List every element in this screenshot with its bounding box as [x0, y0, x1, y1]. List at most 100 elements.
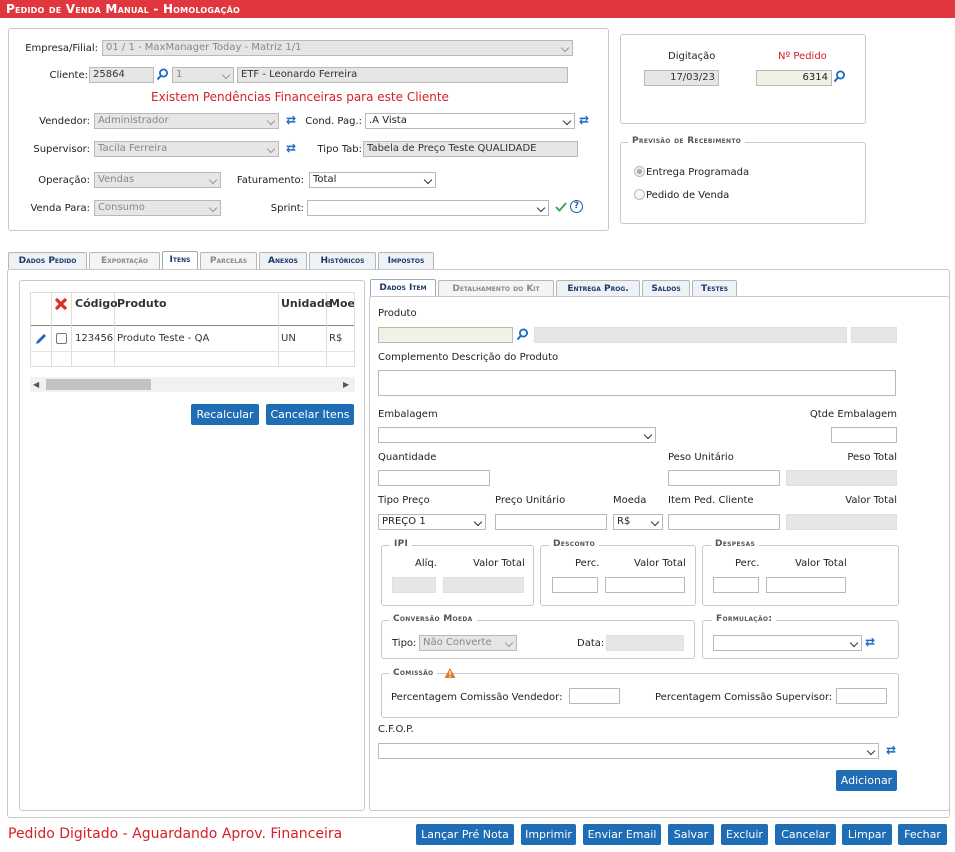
peso-total-field: [786, 470, 897, 486]
conversao-data-label: Data:: [577, 638, 605, 649]
refresh-vendedor-icon[interactable]: ⇄: [285, 114, 297, 126]
tipo-preco-label: Tipo Preço: [378, 495, 430, 506]
despesas-valor-input[interactable]: [766, 577, 846, 593]
entrega-radio[interactable]: [634, 166, 645, 177]
tab-historicos[interactable]: Históricos: [309, 252, 376, 269]
peso-unitario-input[interactable]: [668, 470, 780, 486]
row-produto: Produto Teste - QA: [117, 333, 210, 344]
comissao-vendedor-input[interactable]: [569, 688, 620, 704]
venda-para-select[interactable]: Consumo: [94, 200, 221, 216]
subtab-entrega-prog[interactable]: Entrega Prog.: [556, 280, 640, 297]
refresh-formulacao-icon[interactable]: ⇄: [864, 636, 876, 648]
imprimir-button[interactable]: Imprimir: [521, 824, 576, 845]
cancelar-itens-button[interactable]: Cancelar Itens: [266, 404, 354, 425]
adicionar-button[interactable]: Adicionar: [836, 770, 897, 791]
desconto-valor-label: Valor Total: [634, 558, 686, 569]
tab-itens[interactable]: Itens: [162, 251, 198, 269]
subtab-testes[interactable]: Testes: [692, 280, 737, 297]
comissao-supervisor-label: Percentagem Comissão Supervisor:: [655, 692, 833, 703]
preco-unitario-input[interactable]: [495, 514, 607, 530]
subtab-saldos[interactable]: Saldos: [642, 280, 690, 297]
tab-parcelas[interactable]: Parcelas: [200, 252, 257, 269]
moeda-select[interactable]: R$: [613, 514, 663, 530]
supervisor-label: Supervisor:: [33, 144, 90, 155]
help-icon[interactable]: ?: [570, 200, 583, 213]
complemento-label: Complemento Descrição do Produto: [378, 352, 559, 363]
vendedor-select[interactable]: Administrador: [94, 113, 279, 129]
previsao-fieldset: [620, 142, 866, 224]
scroll-right-icon[interactable]: ▶: [343, 380, 349, 389]
item-ped-cliente-input[interactable]: [668, 514, 780, 530]
desconto-fieldset: [540, 545, 696, 606]
desconto-perc-input[interactable]: [552, 577, 598, 593]
cancelar-button[interactable]: Cancelar: [775, 824, 836, 845]
faturamento-label: Faturamento:: [236, 175, 304, 186]
quantidade-input[interactable]: [378, 470, 490, 486]
delete-all-icon[interactable]: [54, 297, 68, 311]
supervisor-select[interactable]: Tacila Ferreira: [94, 141, 279, 157]
row-checkbox[interactable]: [56, 333, 67, 344]
desconto-valor-input[interactable]: [605, 577, 685, 593]
sprint-select[interactable]: [307, 200, 549, 216]
tipo-tab-field: Tabela de Preço Teste QUALIDADE: [363, 141, 578, 157]
recalcular-button[interactable]: Recalcular: [191, 404, 259, 425]
conversao-tipo-select[interactable]: Não Converte: [419, 635, 517, 651]
excluir-button[interactable]: Excluir: [721, 824, 768, 845]
enviar-email-button[interactable]: Enviar Email: [583, 824, 661, 845]
search-produto-icon[interactable]: [516, 328, 529, 341]
embalagem-select[interactable]: [378, 427, 656, 443]
cond-pag-select[interactable]: .A Vista: [365, 113, 575, 129]
financial-alert: Existem Pendências Financeiras para este…: [151, 90, 449, 104]
valor-total-label: Valor Total: [845, 495, 897, 506]
scroll-thumb[interactable]: [46, 379, 151, 390]
refresh-supervisor-icon[interactable]: ⇄: [285, 142, 297, 154]
tipo-preco-select[interactable]: PREÇO 1: [378, 514, 486, 530]
ipi-aliq-label: Alíq.: [415, 558, 437, 569]
comissao-supervisor-input[interactable]: [836, 688, 887, 704]
operacao-select[interactable]: Vendas: [94, 172, 221, 188]
produto-desc-field: [534, 327, 847, 343]
search-icon[interactable]: [156, 68, 169, 81]
refresh-cond-icon[interactable]: ⇄: [578, 114, 590, 126]
refresh-cfop-icon[interactable]: ⇄: [885, 744, 897, 756]
cfop-select[interactable]: [378, 743, 879, 759]
ipi-title: IPI: [390, 539, 413, 549]
tab-impostos[interactable]: Impostos: [378, 252, 434, 269]
col-produto: Produto: [117, 297, 167, 310]
moeda-label: Moeda: [613, 495, 647, 506]
empresa-select[interactable]: 01 / 1 - MaxManager Today - Matriz 1/1: [102, 40, 573, 56]
row-codigo: 123456: [75, 333, 114, 344]
faturamento-select[interactable]: Total: [309, 172, 436, 188]
pedido-field[interactable]: 6314: [756, 70, 832, 86]
ipi-valor-label: Valor Total: [473, 558, 525, 569]
previsao-title: Previsão de Recebimento: [628, 136, 746, 146]
tab-anexos[interactable]: Anexos: [259, 252, 307, 269]
quantidade-label: Quantidade: [378, 452, 437, 463]
limpar-button[interactable]: Limpar: [842, 824, 892, 845]
horizontal-scrollbar[interactable]: ◀ ▶: [30, 377, 355, 392]
formulacao-select[interactable]: [713, 635, 862, 651]
vendedor-label: Vendedor:: [39, 116, 90, 127]
ipi-fieldset: [381, 545, 534, 606]
search-pedido-icon[interactable]: [833, 70, 846, 83]
subtab-detalhamento-kit[interactable]: Detalhamento do Kit: [438, 280, 554, 297]
pedido-venda-radio[interactable]: [634, 189, 645, 200]
produto-code-input[interactable]: [378, 327, 513, 343]
valor-total-field: [786, 514, 897, 530]
tab-exportacao[interactable]: Exportação: [89, 252, 160, 269]
qtde-embalagem-input[interactable]: [831, 427, 897, 443]
peso-unitario-label: Peso Unitário: [668, 452, 734, 463]
fechar-button[interactable]: Fechar: [898, 824, 947, 845]
qtde-embalagem-label: Qtde Embalagem: [809, 409, 897, 420]
subtab-dados-item[interactable]: Dados Item: [370, 279, 436, 297]
despesas-perc-input[interactable]: [713, 577, 759, 593]
scroll-left-icon[interactable]: ◀: [33, 380, 39, 389]
cliente-seq-select[interactable]: 1: [172, 67, 234, 83]
lancar-pre-nota-button[interactable]: Lançar Pré Nota: [416, 824, 514, 845]
cliente-code-input[interactable]: 25864: [89, 67, 154, 83]
complemento-textarea[interactable]: [378, 370, 896, 396]
pedido-venda-label: Pedido de Venda: [646, 190, 730, 201]
edit-pencil-icon[interactable]: [34, 332, 48, 346]
tab-dados-pedido[interactable]: Dados Pedido: [8, 252, 87, 269]
salvar-button[interactable]: Salvar: [668, 824, 714, 845]
